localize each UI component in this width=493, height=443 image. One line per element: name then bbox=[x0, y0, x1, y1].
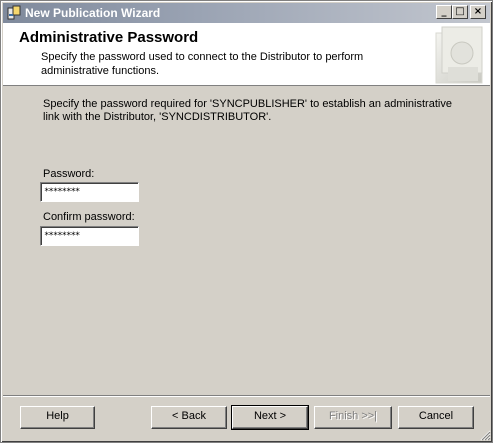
finish-button[interactable]: Finish >>| bbox=[314, 406, 392, 429]
page-title: Administrative Password bbox=[19, 29, 199, 46]
window-title: New Publication Wizard bbox=[25, 6, 161, 20]
app-icon bbox=[7, 5, 21, 20]
next-button[interactable]: Next > bbox=[231, 405, 309, 430]
confirm-password-field[interactable]: ******** bbox=[40, 226, 139, 246]
header-graphic bbox=[435, 26, 483, 84]
size-grip-icon[interactable] bbox=[479, 429, 491, 441]
cancel-button[interactable]: Cancel bbox=[398, 406, 474, 429]
help-button[interactable]: Help bbox=[20, 406, 95, 429]
maximize-icon[interactable]: □ bbox=[452, 5, 468, 19]
title-bar[interactable]: New Publication Wizard _ □ × bbox=[3, 3, 490, 23]
page-description: Specify the password used to connect to … bbox=[41, 51, 364, 77]
confirm-password-label: Confirm password: bbox=[43, 211, 135, 223]
wizard-window: New Publication Wizard _ □ × Administrat… bbox=[0, 0, 493, 443]
back-button[interactable]: < Back bbox=[151, 406, 227, 429]
close-icon[interactable]: × bbox=[470, 5, 486, 19]
footer-separator bbox=[3, 395, 490, 397]
wizard-header: Administrative Password Specify the pass… bbox=[3, 23, 490, 86]
password-label: Password: bbox=[43, 168, 95, 180]
minimize-icon[interactable]: _ bbox=[436, 5, 452, 19]
instruction-text: Specify the password required for 'SYNCP… bbox=[43, 98, 452, 123]
password-field[interactable]: ******** bbox=[40, 182, 139, 202]
